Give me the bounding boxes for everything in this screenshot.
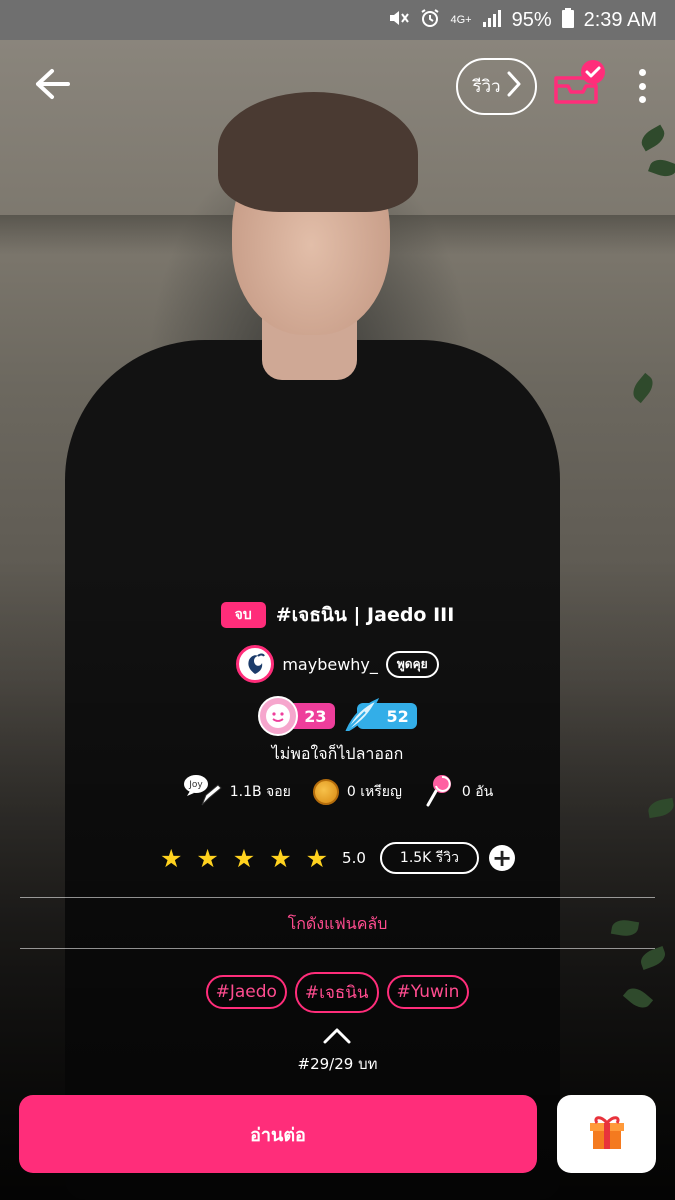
more-vertical-icon — [638, 69, 646, 76]
back-button[interactable] — [30, 64, 74, 108]
star-icon: ★ — [269, 843, 292, 873]
battery-percent: 95% — [511, 8, 552, 31]
arrow-left-icon — [34, 68, 70, 104]
joy-label: Joy — [188, 780, 203, 790]
author-row: maybewhy_ พูดคุย — [0, 644, 675, 684]
inbox-check-icon — [551, 60, 607, 114]
add-review-button[interactable]: + — [489, 845, 516, 871]
signal-icon — [482, 9, 502, 32]
reviews-button[interactable]: 1.5K รีวิว — [379, 842, 480, 874]
author-name[interactable]: maybewhy_ — [282, 655, 378, 674]
alarm-icon — [420, 8, 440, 33]
star-rating: ★ ★ ★ ★ ★ — [160, 846, 328, 871]
network-type: 4G+ — [450, 13, 472, 26]
star-icon: ★ — [159, 843, 183, 873]
level-count: 23 — [304, 706, 327, 726]
mute-icon — [388, 8, 410, 33]
review-label: รีวิว — [472, 77, 501, 97]
star-icon: ★ — [305, 843, 329, 873]
add-to-shelf-button[interactable] — [551, 58, 607, 110]
chevron-up-icon[interactable] — [322, 1026, 352, 1046]
author-avatar[interactable] — [236, 645, 275, 683]
lollipop-icon — [424, 773, 454, 811]
star-icon: ★ — [196, 843, 219, 873]
coin-count: 0 เหรียญ — [346, 784, 402, 800]
gift-icon — [587, 1113, 627, 1155]
joy-stat: Joy 1.1B จอย — [182, 773, 291, 811]
coin-stat: 0 เหรียญ — [312, 779, 402, 805]
writer-badges: 23 52 — [0, 696, 675, 736]
lollipop-count: 0 อัน — [461, 784, 494, 800]
episode-count: #29/29 บท — [297, 1055, 378, 1073]
divider — [20, 897, 655, 898]
status-badge: จบ — [220, 602, 266, 628]
rating-value: 5.0 — [342, 849, 366, 867]
story-tagline: ไม่พอใจก็ไปลาออก — [271, 744, 404, 763]
tag-chip[interactable]: #Jaedo — [205, 975, 287, 1009]
tag-chip[interactable]: #Yuwin — [386, 975, 470, 1009]
coin-icon — [312, 779, 339, 805]
stats-row: Joy 1.1B จอย 0 เหรียญ 0 อัน — [0, 772, 675, 812]
level-badge: 23 — [258, 696, 335, 736]
tag-chip[interactable]: #เจธนิน — [294, 971, 379, 1013]
joy-pen-icon: Joy — [182, 773, 222, 811]
tag-list: #Jaedo #เจธนิน #Yuwin — [0, 971, 675, 1013]
story-title-row: จบ #เจธนิน | Jaedo III — [0, 600, 675, 630]
quill-pen-icon — [341, 696, 381, 736]
star-icon: ★ — [232, 843, 256, 873]
smiley-icon — [258, 696, 299, 736]
chat-button[interactable]: พูดคุย — [385, 650, 439, 678]
gift-button[interactable] — [557, 1095, 656, 1173]
lollipop-stat: 0 อัน — [424, 773, 493, 811]
joy-count: 1.1B จอย — [229, 784, 291, 800]
chevron-right-icon — [507, 71, 521, 102]
writer-count: 52 — [386, 706, 409, 726]
story-title: #เจธนิน | Jaedo III — [275, 604, 455, 626]
status-bar: 4G+ 95% 2:39 AM — [0, 0, 675, 40]
writer-badge: 52 — [344, 698, 417, 731]
review-button[interactable]: รีวิว — [456, 58, 537, 115]
clock: 2:39 AM — [583, 8, 657, 31]
fanclub-link[interactable]: โกดังแฟนคลับ — [0, 912, 675, 938]
continue-reading-button[interactable]: อ่านต่อ — [19, 1095, 537, 1173]
battery-icon — [561, 7, 574, 33]
more-menu-button[interactable] — [628, 66, 656, 106]
divider — [20, 948, 655, 949]
rating-row: ★ ★ ★ ★ ★ 5.0 1.5K รีวิว + — [0, 842, 675, 874]
